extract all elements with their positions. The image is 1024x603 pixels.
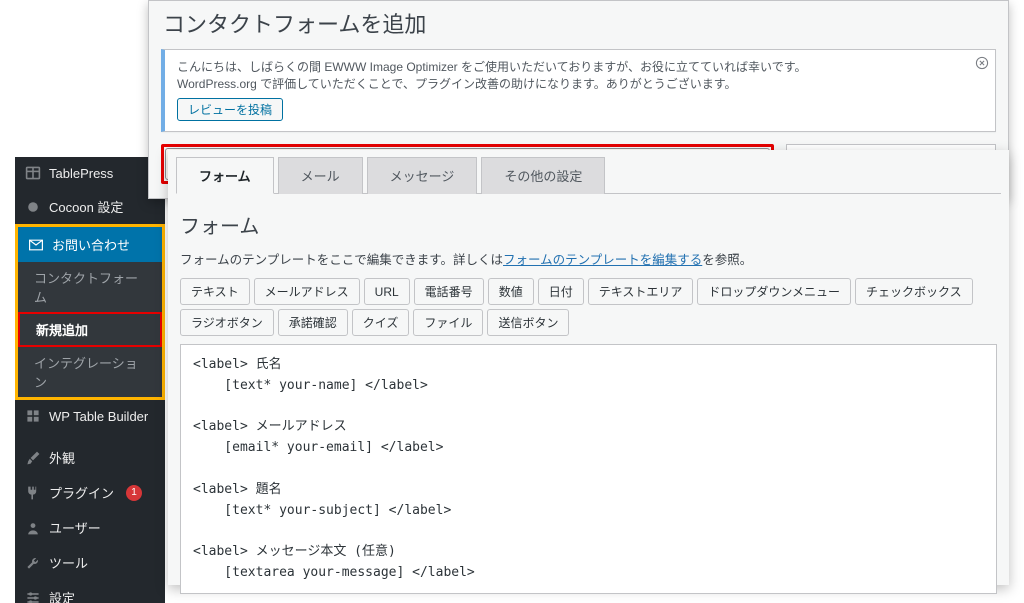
form-heading: フォーム	[180, 210, 997, 239]
tag-generator-row: テキストメールアドレスURL電話番号数値日付テキストエリアドロップダウンメニュー…	[180, 278, 997, 336]
sidebar-item-appearance[interactable]: 外観	[15, 440, 165, 475]
tag-button[interactable]: 日付	[538, 278, 584, 305]
sidebar-item-tools[interactable]: ツール	[15, 545, 165, 580]
sidebar-item-label: 外観	[49, 448, 75, 467]
mail-icon	[28, 237, 44, 253]
tab-form[interactable]: フォーム	[176, 157, 274, 194]
sidebar-subitem-contactform[interactable]: コンタクトフォーム	[18, 262, 162, 312]
tag-button[interactable]: チェックボックス	[855, 278, 973, 305]
dismiss-notice-icon[interactable]	[975, 56, 989, 75]
page-title: コンタクトフォームを追加	[149, 1, 1008, 43]
sidebar-item-wptable[interactable]: WP Table Builder	[15, 400, 165, 432]
sliders-icon	[25, 590, 41, 603]
sidebar-item-label: WP Table Builder	[49, 409, 148, 424]
grid-icon	[25, 408, 41, 424]
tag-button[interactable]: テキストエリア	[588, 278, 694, 305]
user-icon	[25, 520, 41, 536]
review-button[interactable]: レビューを投稿	[177, 98, 283, 121]
sidebar-item-label: お問い合わせ	[52, 235, 130, 254]
notice-text-1: こんにちは、しばらくの間 EWWW Image Optimizer をご使用いた…	[177, 58, 965, 75]
sidebar-contact-group: お問い合わせ コンタクトフォーム 新規追加 インテグレーション	[15, 224, 165, 400]
admin-sidebar: TablePress Cocoon 設定 お問い合わせ コンタクトフォーム 新規…	[15, 157, 165, 603]
sidebar-item-label: Cocoon 設定	[49, 197, 123, 216]
sidebar-item-label: 設定	[49, 588, 75, 603]
tag-button[interactable]: ファイル	[413, 309, 483, 336]
sidebar-item-cocoon[interactable]: Cocoon 設定	[15, 189, 165, 224]
tag-button[interactable]: テキスト	[180, 278, 250, 305]
form-description: フォームのテンプレートをここで編集できます。詳しくはフォームのテンプレートを編集…	[180, 249, 997, 268]
sidebar-item-label: ツール	[49, 553, 88, 572]
admin-notice: こんにちは、しばらくの間 EWWW Image Optimizer をご使用いた…	[161, 49, 996, 132]
editor-panel: フォーム メール メッセージ その他の設定 フォーム フォームのテンプレートをこ…	[168, 150, 1009, 585]
sidebar-item-label: TablePress	[49, 166, 113, 181]
plug-icon	[25, 485, 41, 501]
sidebar-item-tablepress[interactable]: TablePress	[15, 157, 165, 189]
notice-text-2: WordPress.org で評価していただくことで、プラグイン改善の助けになり…	[177, 75, 965, 92]
tag-button[interactable]: 送信ボタン	[487, 309, 569, 336]
tab-other[interactable]: その他の設定	[481, 157, 605, 194]
form-section: フォーム フォームのテンプレートをここで編集できます。詳しくはフォームのテンプレ…	[176, 210, 1001, 594]
form-template-textarea[interactable]: <label> 氏名 [text* your-name] </label> <l…	[180, 344, 997, 594]
tag-button[interactable]: メールアドレス	[254, 278, 360, 305]
tag-button[interactable]: ラジオボタン	[180, 309, 274, 336]
plugin-update-badge: 1	[126, 485, 142, 501]
form-desc-pre: フォームのテンプレートをここで編集できます。詳しくは	[180, 253, 503, 267]
table-icon	[25, 165, 41, 181]
circle-icon	[25, 199, 41, 215]
tag-button[interactable]: 電話番号	[414, 278, 484, 305]
editor-tabs: フォーム メール メッセージ その他の設定	[176, 156, 1001, 194]
tag-button[interactable]: URL	[364, 278, 410, 305]
sidebar-item-label: プラグイン	[49, 483, 114, 502]
form-desc-post: を参照。	[702, 253, 752, 267]
tag-button[interactable]: ドロップダウンメニュー	[697, 278, 851, 305]
tag-button[interactable]: 数値	[488, 278, 534, 305]
sidebar-item-label: ユーザー	[49, 518, 101, 537]
template-docs-link[interactable]: フォームのテンプレートを編集する	[503, 253, 702, 267]
sidebar-item-contact[interactable]: お問い合わせ	[18, 227, 162, 262]
sidebar-item-settings[interactable]: 設定	[15, 580, 165, 603]
tab-messages[interactable]: メッセージ	[367, 157, 478, 194]
sidebar-item-plugins[interactable]: プラグイン 1	[15, 475, 165, 510]
wrench-icon	[25, 555, 41, 571]
tag-button[interactable]: 承諾確認	[278, 309, 348, 336]
tab-mail[interactable]: メール	[278, 157, 363, 194]
sidebar-item-users[interactable]: ユーザー	[15, 510, 165, 545]
sidebar-subitem-new[interactable]: 新規追加	[18, 312, 162, 347]
tag-button[interactable]: クイズ	[352, 309, 410, 336]
sidebar-subitem-integration[interactable]: インテグレーション	[18, 347, 162, 397]
brush-icon	[25, 450, 41, 466]
